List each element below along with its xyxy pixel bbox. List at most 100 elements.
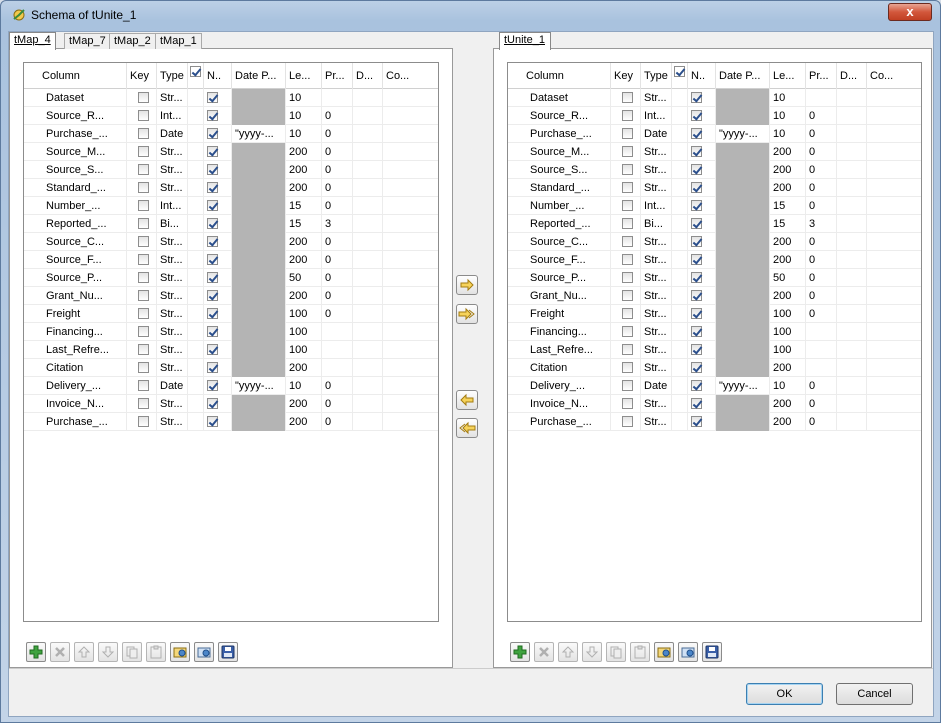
cell-precision[interactable]: 0	[806, 269, 837, 287]
cell-key[interactable]	[611, 395, 641, 413]
cancel-button[interactable]: Cancel	[836, 683, 913, 705]
table-row[interactable]: Grant_Nu... Str... 200 0	[508, 287, 921, 305]
cell-default[interactable]	[837, 395, 867, 413]
cell-key[interactable]	[127, 143, 157, 161]
cell-date-pattern[interactable]	[716, 179, 770, 197]
cell-default[interactable]	[837, 161, 867, 179]
cell-key[interactable]	[611, 179, 641, 197]
nullable-checkbox[interactable]	[691, 326, 702, 337]
cell-type[interactable]: Date	[157, 377, 188, 395]
header-type[interactable]: Type	[157, 63, 188, 89]
cell-precision[interactable]	[806, 359, 837, 377]
cell-length[interactable]: 50	[770, 269, 806, 287]
cell-default[interactable]	[837, 179, 867, 197]
cell-column-name[interactable]: Dataset	[508, 89, 611, 107]
cell-comment[interactable]	[383, 107, 438, 125]
cell-default[interactable]	[837, 269, 867, 287]
cell-nullable[interactable]	[204, 305, 232, 323]
cell-nullable[interactable]	[204, 161, 232, 179]
key-checkbox[interactable]	[622, 164, 633, 175]
cell-column-name[interactable]: Source_P...	[508, 269, 611, 287]
cell-type[interactable]: Int...	[641, 197, 672, 215]
cell-date-pattern[interactable]	[232, 341, 286, 359]
table-row[interactable]: Grant_Nu... Str... 200 0	[24, 287, 438, 305]
checkbox-icon[interactable]	[674, 66, 685, 77]
cell-default[interactable]	[353, 197, 383, 215]
cell-type[interactable]: Str...	[641, 287, 672, 305]
cell-comment[interactable]	[867, 215, 921, 233]
cell-length[interactable]: 10	[770, 377, 806, 395]
nullable-checkbox[interactable]	[207, 416, 218, 427]
header-comment[interactable]: Co...	[867, 63, 921, 89]
nullable-checkbox[interactable]	[207, 146, 218, 157]
cell-key[interactable]	[127, 287, 157, 305]
cell-date-pattern[interactable]	[716, 143, 770, 161]
nullable-checkbox[interactable]	[691, 110, 702, 121]
nullable-checkbox[interactable]	[207, 200, 218, 211]
cell-date-pattern[interactable]	[232, 305, 286, 323]
cell-column-name[interactable]: Source_C...	[508, 233, 611, 251]
paste-button[interactable]	[630, 642, 650, 662]
cell-nullable[interactable]	[688, 179, 716, 197]
header-nullable[interactable]: N..	[688, 63, 716, 89]
cell-comment[interactable]	[867, 125, 921, 143]
cell-length[interactable]: 15	[286, 197, 322, 215]
copy-all-left-button[interactable]	[456, 418, 478, 438]
cell-length[interactable]: 200	[770, 413, 806, 431]
cell-comment[interactable]	[867, 341, 921, 359]
cell-type[interactable]: Date	[641, 125, 672, 143]
cell-nullable[interactable]	[688, 359, 716, 377]
cell-date-pattern[interactable]: "yyyy-...	[232, 377, 286, 395]
cell-length[interactable]: 10	[286, 125, 322, 143]
cell-default[interactable]	[353, 233, 383, 251]
cell-key[interactable]	[611, 323, 641, 341]
nullable-checkbox[interactable]	[691, 182, 702, 193]
cell-type[interactable]: Str...	[641, 413, 672, 431]
tab-tmap-2[interactable]: tMap_2	[109, 33, 156, 49]
header-select-all-checkbox[interactable]	[188, 63, 204, 89]
cell-default[interactable]	[353, 215, 383, 233]
table-row[interactable]: Source_P... Str... 50 0	[24, 269, 438, 287]
nullable-checkbox[interactable]	[691, 254, 702, 265]
cell-nullable[interactable]	[688, 233, 716, 251]
cell-column-name[interactable]: Source_R...	[508, 107, 611, 125]
cell-default[interactable]	[353, 341, 383, 359]
cell-default[interactable]	[353, 251, 383, 269]
cell-key[interactable]	[611, 359, 641, 377]
cell-precision[interactable]: 0	[806, 107, 837, 125]
cell-type[interactable]: Str...	[157, 89, 188, 107]
key-checkbox[interactable]	[622, 236, 633, 247]
cell-column-name[interactable]: Source_M...	[24, 143, 127, 161]
table-row[interactable]: Number_... Int... 15 0	[508, 197, 921, 215]
cell-length[interactable]: 200	[286, 161, 322, 179]
cell-key[interactable]	[611, 107, 641, 125]
cell-date-pattern[interactable]	[716, 287, 770, 305]
cell-date-pattern[interactable]	[232, 323, 286, 341]
cell-nullable[interactable]	[204, 89, 232, 107]
key-checkbox[interactable]	[138, 128, 149, 139]
header-date-pattern[interactable]: Date P...	[716, 63, 770, 89]
cell-date-pattern[interactable]	[716, 197, 770, 215]
cell-nullable[interactable]	[204, 323, 232, 341]
cell-nullable[interactable]	[204, 269, 232, 287]
cell-key[interactable]	[127, 233, 157, 251]
header-length[interactable]: Le...	[286, 63, 322, 89]
key-checkbox[interactable]	[622, 398, 633, 409]
cell-date-pattern[interactable]	[232, 197, 286, 215]
cell-nullable[interactable]	[688, 305, 716, 323]
nullable-checkbox[interactable]	[207, 218, 218, 229]
cell-type[interactable]: Str...	[641, 323, 672, 341]
cell-precision[interactable]: 0	[806, 233, 837, 251]
cell-column-name[interactable]: Purchase_...	[508, 125, 611, 143]
cell-type[interactable]: Str...	[641, 269, 672, 287]
cell-column-name[interactable]: Purchase_...	[24, 413, 127, 431]
cell-precision[interactable]: 0	[806, 161, 837, 179]
cell-precision[interactable]: 0	[322, 287, 353, 305]
cell-date-pattern[interactable]	[716, 305, 770, 323]
cell-precision[interactable]	[322, 323, 353, 341]
cell-precision[interactable]: 0	[806, 377, 837, 395]
nullable-checkbox[interactable]	[207, 236, 218, 247]
table-row[interactable]: Source_M... Str... 200 0	[508, 143, 921, 161]
cell-key[interactable]	[127, 161, 157, 179]
cell-default[interactable]	[837, 197, 867, 215]
